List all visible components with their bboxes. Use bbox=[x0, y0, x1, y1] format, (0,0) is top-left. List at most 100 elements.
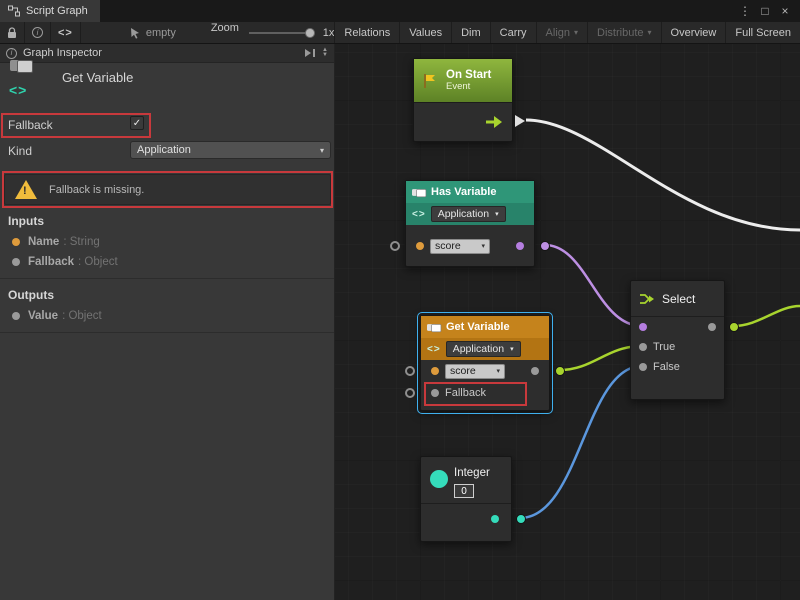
inspector-header-title: Graph Inspector bbox=[23, 47, 102, 59]
selection-indicator: empty bbox=[123, 22, 183, 43]
variable-name-dropdown[interactable]: score ▾ bbox=[430, 239, 490, 254]
close-icon[interactable]: × bbox=[776, 2, 794, 20]
scroll-down-icon: ▼ bbox=[322, 53, 328, 58]
chevron-down-icon: ▾ bbox=[648, 28, 652, 37]
name-input-port[interactable] bbox=[405, 366, 415, 376]
code-icon: <> bbox=[58, 27, 73, 39]
name-port-row: score ▾ bbox=[406, 235, 534, 257]
node-subtitle: Event bbox=[446, 81, 491, 92]
maximize-icon[interactable]: □ bbox=[756, 2, 774, 20]
bolt-code-icon: <> bbox=[427, 344, 441, 355]
node-select[interactable]: Select True False bbox=[630, 280, 725, 400]
graph-canvas[interactable]: On Start Event Has Variable <> A bbox=[335, 44, 800, 600]
dim-button[interactable]: Dim bbox=[451, 22, 490, 43]
true-port-row: True bbox=[631, 337, 724, 357]
get-variable-kind-row: <> Application ▾ bbox=[421, 338, 549, 360]
name-input-dot[interactable] bbox=[416, 242, 424, 250]
tab-scroll-buttons[interactable]: ▲ ▼ bbox=[322, 48, 328, 58]
fullscreen-button[interactable]: Full Screen bbox=[725, 22, 800, 43]
result-output-dot[interactable] bbox=[516, 242, 524, 250]
relations-button[interactable]: Relations bbox=[334, 22, 399, 43]
chevron-down-icon: ▾ bbox=[495, 210, 499, 218]
variable-name-dropdown[interactable]: score ▾ bbox=[445, 364, 505, 379]
get-variable-header: Get Variable bbox=[421, 316, 549, 338]
port-dot-gray bbox=[12, 312, 20, 320]
check-icon: ✓ bbox=[133, 118, 141, 129]
result-output-port[interactable] bbox=[540, 241, 550, 251]
value-output-dot[interactable] bbox=[531, 367, 539, 375]
select-icon bbox=[639, 292, 655, 306]
fallback-input-dot[interactable] bbox=[431, 389, 439, 397]
condition-input-dot[interactable] bbox=[639, 323, 647, 331]
node-get-variable[interactable]: Get Variable <> Application ▾ score ▾ F bbox=[420, 315, 550, 411]
chevron-down-icon: ▾ bbox=[320, 146, 324, 155]
tab-script-graph[interactable]: Script Graph bbox=[0, 0, 100, 22]
code-view-button[interactable]: <> bbox=[51, 22, 81, 43]
port-dot-orange bbox=[12, 238, 20, 246]
kind-dropdown[interactable]: Application ▾ bbox=[431, 206, 506, 222]
node-title: On Start bbox=[446, 69, 491, 81]
fallback-toggle-label: Fallback bbox=[8, 118, 53, 132]
section-divider bbox=[0, 332, 334, 333]
wire-select-output[interactable] bbox=[733, 306, 800, 326]
integer-output-port[interactable] bbox=[516, 514, 526, 524]
align-button[interactable]: Align▾ bbox=[536, 22, 587, 43]
node-integer[interactable]: Integer 0 bbox=[420, 456, 512, 542]
carry-button[interactable]: Carry bbox=[490, 22, 536, 43]
window-menu-icon[interactable]: ⋮ bbox=[736, 2, 754, 20]
window-controls: ⋮ □ × bbox=[736, 0, 800, 22]
node-title: Integer bbox=[454, 467, 490, 479]
fallback-input-port[interactable] bbox=[405, 388, 415, 398]
info-icon: i bbox=[6, 48, 17, 59]
kind-dropdown[interactable]: Application ▾ bbox=[446, 341, 521, 357]
chevron-down-icon: ▾ bbox=[510, 345, 514, 353]
node-divider bbox=[421, 503, 511, 504]
has-variable-kind-row: <> Application ▾ bbox=[406, 203, 534, 225]
graph-toolbar: i <> empty Zoom 1x Relations Values Dim … bbox=[0, 22, 800, 44]
zoom-slider-knob[interactable] bbox=[305, 28, 315, 38]
select-header: Select bbox=[631, 281, 724, 317]
fallback-checkbox[interactable]: ✓ bbox=[130, 116, 144, 130]
flag-icon bbox=[421, 72, 439, 90]
chevron-down-icon: ▾ bbox=[496, 367, 500, 375]
wire-hasvariable-to-select[interactable] bbox=[545, 245, 642, 326]
has-variable-header: Has Variable bbox=[406, 181, 534, 203]
node-on-start[interactable]: On Start Event bbox=[413, 58, 513, 142]
true-input-dot[interactable] bbox=[639, 343, 647, 351]
variables-icon bbox=[412, 189, 421, 196]
fallback-port-label: Fallback bbox=[445, 387, 486, 399]
zoom-slider[interactable] bbox=[249, 32, 313, 34]
selection-output-port[interactable] bbox=[729, 322, 739, 332]
values-button[interactable]: Values bbox=[399, 22, 451, 43]
kind-label: Kind bbox=[8, 144, 32, 158]
node-has-variable[interactable]: Has Variable <> Application ▾ score ▾ bbox=[405, 180, 535, 267]
cursor-icon bbox=[130, 27, 141, 39]
zoom-label: Zoom bbox=[211, 22, 239, 43]
name-input-port[interactable] bbox=[390, 241, 400, 251]
output-row-value: Value : Object bbox=[12, 310, 102, 322]
warning-icon: ! bbox=[15, 180, 37, 199]
wire-onstart-flow[interactable] bbox=[526, 120, 800, 230]
kind-dropdown[interactable]: Application ▾ bbox=[130, 141, 331, 159]
inspector-unit-title: Get Variable bbox=[62, 70, 133, 85]
outputs-header: Outputs bbox=[8, 288, 54, 302]
lock-button[interactable] bbox=[0, 22, 25, 43]
value-output-port[interactable] bbox=[555, 366, 565, 376]
false-port-row: False bbox=[631, 357, 724, 377]
fallback-port-row: Fallback bbox=[421, 382, 549, 404]
integer-output-dot[interactable] bbox=[491, 515, 499, 523]
dock-arrow-icon[interactable] bbox=[304, 48, 316, 58]
inputs-header: Inputs bbox=[8, 214, 44, 228]
overview-button[interactable]: Overview bbox=[661, 22, 726, 43]
inspector-toggle-button[interactable]: i bbox=[25, 22, 51, 43]
name-input-dot[interactable] bbox=[431, 367, 439, 375]
bolt-code-icon: <> bbox=[9, 82, 27, 98]
chevron-down-icon: ▾ bbox=[574, 28, 578, 37]
variables-icon bbox=[10, 60, 34, 78]
bolt-code-icon: <> bbox=[412, 209, 426, 220]
integer-value-field[interactable]: 0 bbox=[454, 484, 474, 498]
selection-output-dot[interactable] bbox=[708, 323, 716, 331]
false-input-dot[interactable] bbox=[639, 363, 647, 371]
distribute-button[interactable]: Distribute▾ bbox=[587, 22, 660, 43]
flow-output-port[interactable] bbox=[515, 115, 525, 127]
